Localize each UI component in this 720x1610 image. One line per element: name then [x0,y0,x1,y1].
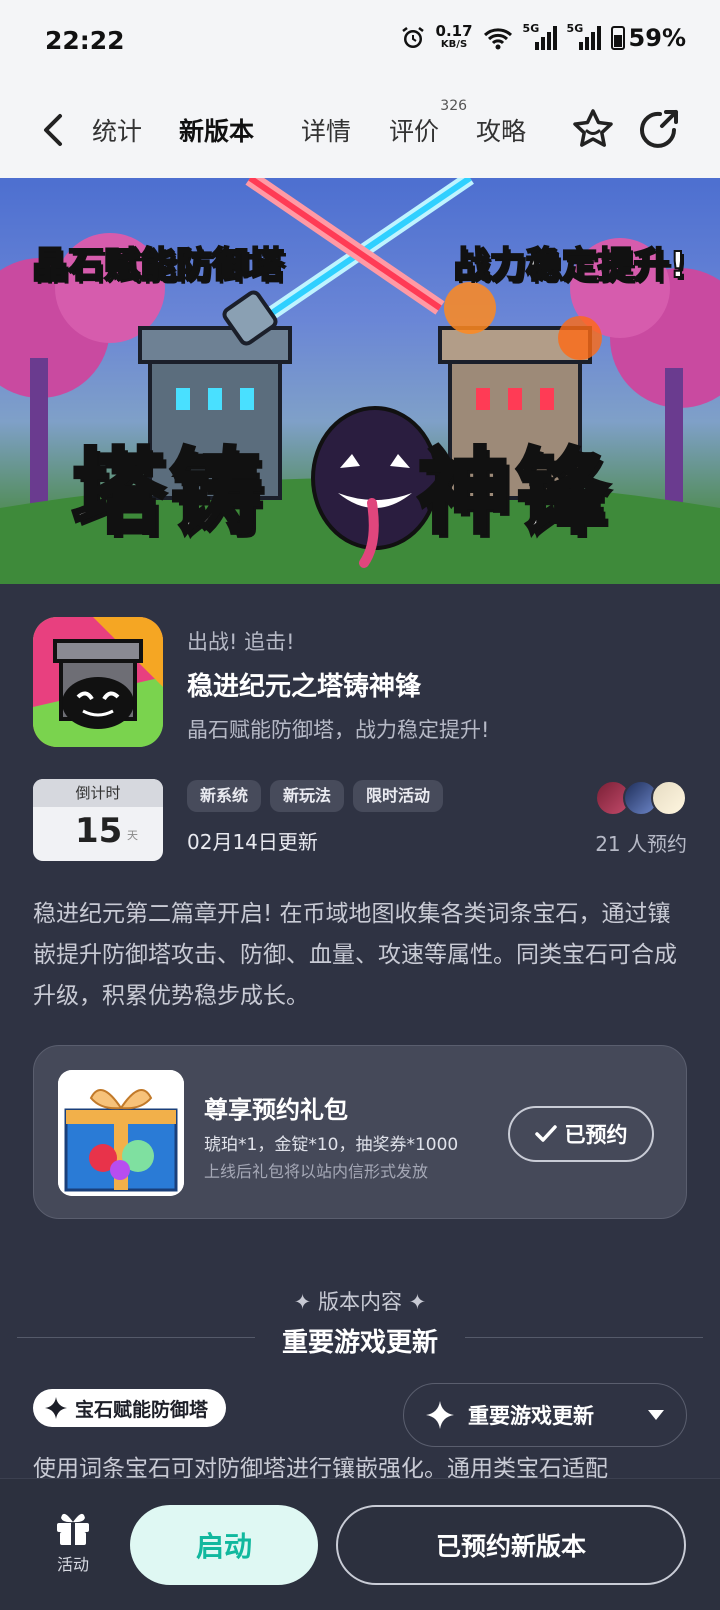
sparkle-icon [45,1397,67,1419]
signal-icon: 5G [523,22,557,50]
share-icon [640,110,678,148]
feature-chip[interactable]: 宝石赋能防御塔 [33,1389,227,1427]
dropdown-label: 重要游戏更新 [468,1404,594,1428]
bottom-action-bar: 活动 启动 已预约新版本 [0,1478,720,1610]
gift-icon [57,1513,89,1545]
back-button[interactable] [38,110,68,150]
signal-2-label: 5G [566,22,584,35]
app-name: 稳进纪元之塔铸神锋 [187,672,422,702]
tag-new-system: 新系统 [187,780,262,812]
app-icon[interactable] [33,617,163,747]
gift-note: 上线后礼包将以站内信形式发放 [204,1162,429,1181]
version-description: 稳进纪元第二篇章开启! 在币域地图收集各类词条宝石，通过镶嵌提升防御塔攻击、防御… [33,901,677,1009]
countdown-unit: 天 [127,829,138,842]
gift-reserved-button[interactable]: 已预约 [508,1106,654,1162]
countdown-days: 15 [75,811,123,851]
reservation-gift-card: 尊享预约礼包 琥珀*1，金锭*10，抽奖券*1000 上线后礼包将以站内信形式发… [33,1045,687,1219]
back-arrow-icon [44,114,62,146]
app-icon-artwork [33,617,163,747]
battery-indicator: 59% [610,24,686,52]
tab-guides[interactable]: 攻略 [476,112,526,148]
update-date: 02月14日更新 [187,830,318,854]
reserve-count: 21 人预约 [595,832,687,856]
tab-reviews-label: 评价 [389,117,440,146]
review-count-badge: 326 [440,98,468,114]
signal-icon: 5G [567,22,601,50]
activity-button[interactable]: 活动 [48,1509,98,1575]
alarm-icon [401,27,424,48]
net-speed: 0.17 KB/S [436,24,473,52]
status-bar: 22:22 0.17 KB/S 5G 5G 59% [0,0,720,86]
battery-percent: 59% [628,24,686,52]
activity-label: 活动 [56,1555,89,1574]
signal-1-label: 5G [522,22,540,35]
gift-reserved-label: 已预约 [564,1123,628,1147]
sparkle-icon [426,1401,454,1429]
tag-list: 新系统 新玩法 限时活动 [187,780,444,812]
feature-chip-label: 宝石赋能防御塔 [75,1398,209,1421]
tag-limited-event: 限时活动 [353,780,444,812]
reserved-new-version-button[interactable]: 已预约新版本 [336,1505,686,1585]
net-speed-unit: KB/S [440,39,468,50]
launch-button[interactable]: 启动 [130,1505,318,1585]
tag-new-gameplay: 新玩法 [270,780,345,812]
check-icon [534,1125,557,1142]
banner-left-text: 晶石赋能防御塔 [31,244,285,287]
app-subtitle: 出战! 追击! [187,630,295,654]
star-icon [573,109,613,147]
gift-box-icon [58,1070,184,1196]
banner-title-part-2: 神锋 [416,437,615,548]
tab-new-version[interactable]: 新版本 [176,112,257,148]
battery-icon [610,26,625,50]
share-button[interactable] [636,106,682,152]
update-type-dropdown[interactable]: 重要游戏更新 [403,1383,687,1447]
countdown-card: 倒计时 15 天 [33,779,163,861]
net-speed-value: 0.17 [435,22,473,40]
status-time: 22:22 [45,26,125,55]
version-content-title: 重要游戏更新 [281,1328,438,1358]
tab-reviews[interactable]: 评价 326 [389,98,467,148]
reserver-avatars [595,780,687,816]
gift-box-image [58,1070,184,1196]
caret-down-icon [648,1410,664,1420]
hero-banner[interactable]: 晶石赋能防御塔 战力稳定提升! 塔铸 神锋 [0,178,720,584]
app-tagline: 晶石赋能防御塔，战力稳定提升! [187,718,490,742]
gift-title: 尊享预约礼包 [204,1096,348,1124]
banner-title-part-1: 塔铸 [70,437,269,548]
tab-details[interactable]: 详情 [301,112,351,148]
version-content-label: ✦ 版本内容 ✦ [293,1290,427,1314]
avatar [651,780,687,816]
top-nav: 统计 新版本 详情 评价 326 攻略 [0,86,720,178]
countdown-label: 倒计时 [33,779,163,807]
favorite-button[interactable] [570,106,616,152]
banner-main-title: 塔铸 神锋 [70,418,615,551]
tab-stats[interactable]: 统计 [92,112,142,148]
gift-items: 琥珀*1，金锭*10，抽奖券*1000 [204,1135,459,1155]
wifi-icon [483,28,512,50]
status-icons: 0.17 KB/S 5G 5G 59% [400,22,686,52]
banner-right-text: 战力稳定提升! [453,244,687,287]
